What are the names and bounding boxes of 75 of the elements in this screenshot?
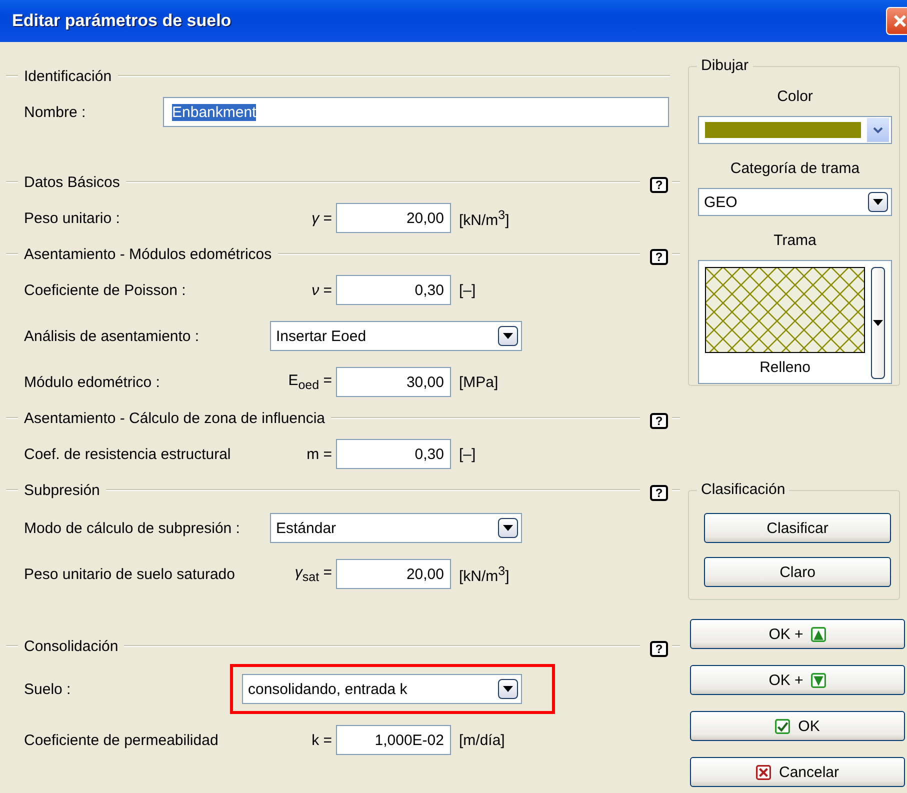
caret-icon bbox=[503, 686, 513, 692]
category-label: Categoría de trama bbox=[729, 159, 861, 179]
field-label: Peso unitario de suelo saturado bbox=[24, 566, 236, 582]
dropdown-button[interactable] bbox=[868, 192, 888, 212]
color-label: Color bbox=[776, 87, 814, 107]
help-button[interactable]: ? bbox=[650, 485, 668, 501]
checkmark-icon bbox=[775, 718, 790, 734]
caret-icon bbox=[503, 525, 513, 531]
action-button[interactable]: Clasificar bbox=[704, 513, 891, 543]
window-title: Editar parámetros de suelo bbox=[12, 11, 232, 31]
unit-label: [–] bbox=[459, 446, 476, 462]
unit-label: [kN/m$^{3}$] bbox=[459, 208, 510, 228]
field-label: Suelo : bbox=[24, 680, 72, 698]
close-button[interactable] bbox=[886, 7, 907, 35]
dropdown-field[interactable]: Insertar Eoed bbox=[270, 321, 522, 351]
section-title: Asentamiento - Cálculo de zona de influencia bbox=[24, 410, 326, 426]
chevron-icon bbox=[873, 126, 883, 134]
action-button[interactable]: Cancelar bbox=[690, 757, 905, 787]
number-field[interactable]: 0,30 bbox=[336, 439, 451, 469]
number-field[interactable]: 20,00 bbox=[336, 203, 451, 233]
number-field[interactable]: 30,00 bbox=[336, 367, 451, 397]
field-label: Módulo edométrico : bbox=[24, 374, 161, 390]
unit-label: [MPa] bbox=[459, 374, 498, 390]
section-title: Asentamiento - Módulos edométricos bbox=[24, 246, 272, 262]
dropdown-button[interactable] bbox=[498, 518, 518, 538]
unit-label: [kN/m$^{3}$] bbox=[459, 564, 510, 584]
help-button[interactable]: ? bbox=[650, 413, 668, 429]
symbol-label: ν = bbox=[310, 282, 333, 298]
caret-icon bbox=[873, 320, 883, 326]
symbol-label: γ = bbox=[310, 210, 333, 226]
symbol-label: m = bbox=[306, 446, 333, 462]
unit-label: [m/día] bbox=[459, 732, 505, 748]
field-label: Coef. de resistencia estructural bbox=[24, 446, 232, 462]
section-title: Datos Básicos bbox=[24, 174, 120, 190]
dropdown-button[interactable] bbox=[498, 679, 518, 699]
help-button[interactable]: ? bbox=[650, 249, 668, 265]
help-button[interactable]: ? bbox=[650, 177, 668, 193]
number-field[interactable]: 0,30 bbox=[336, 275, 451, 305]
caret-icon bbox=[873, 199, 883, 205]
group-title: Dibujar bbox=[697, 57, 753, 75]
section-title: Consolidación bbox=[24, 638, 118, 654]
field-label: Análisis de asentamiento : bbox=[24, 328, 200, 344]
dropdown-field[interactable]: GEO bbox=[698, 188, 892, 216]
action-button[interactable]: OK bbox=[690, 711, 905, 741]
up-arrow-icon bbox=[811, 626, 826, 642]
symbol-label: γ$_{sat}$ = bbox=[294, 564, 333, 584]
pattern-selector[interactable]: Relleno bbox=[698, 260, 892, 384]
unit-label: [–] bbox=[459, 282, 476, 298]
dropdown-button[interactable] bbox=[871, 267, 885, 379]
dropdown-button[interactable] bbox=[498, 326, 518, 346]
dropdown-field[interactable]: Estándar bbox=[270, 513, 522, 543]
action-button[interactable]: OK + bbox=[690, 619, 905, 649]
color-picker[interactable] bbox=[698, 116, 892, 144]
close-icon bbox=[892, 14, 906, 28]
name-field[interactable]: Enbankment bbox=[163, 97, 669, 127]
section-title: Identificación bbox=[24, 68, 112, 84]
field-label: Coeficiente de permeabilidad bbox=[24, 732, 220, 748]
field-label: Coeficiente de Poisson : bbox=[24, 282, 187, 298]
pattern-label: Trama bbox=[772, 231, 818, 251]
action-button[interactable]: OK + bbox=[690, 665, 905, 695]
pattern-name: Relleno bbox=[760, 359, 810, 376]
field-label: Nombre : bbox=[24, 104, 87, 120]
dropdown-field[interactable]: consolidando, entrada k bbox=[242, 674, 522, 704]
symbol-label: k = bbox=[310, 732, 333, 748]
cancel-icon bbox=[756, 764, 771, 780]
caret-icon bbox=[503, 333, 513, 339]
number-field[interactable]: 20,00 bbox=[336, 559, 451, 589]
number-field[interactable]: 1,000E-02 bbox=[336, 725, 451, 755]
symbol-label: E$_{oed}$ = bbox=[287, 372, 333, 392]
down-arrow-icon bbox=[811, 672, 826, 688]
field-label: Modo de cálculo de subpresión : bbox=[24, 520, 241, 536]
help-button[interactable]: ? bbox=[650, 641, 668, 657]
field-label: Peso unitario : bbox=[24, 210, 121, 226]
section-title: Subpresión bbox=[24, 482, 100, 498]
action-button[interactable]: Claro bbox=[704, 557, 891, 587]
